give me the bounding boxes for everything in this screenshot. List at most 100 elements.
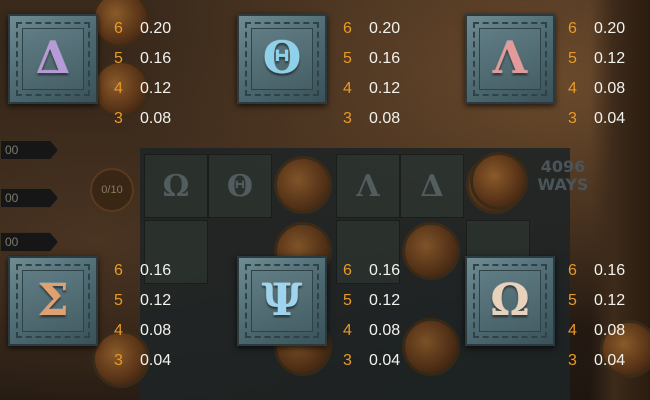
symbol-card-theta: Θ [237, 14, 327, 104]
pay-row: 5 0.12 [114, 286, 204, 316]
match-count: 3 [568, 352, 577, 369]
payout-value: 0.16 [369, 50, 401, 67]
paytable-sigma: 6 0.16 5 0.12 4 0.08 3 0.04 [114, 256, 204, 376]
match-count: 5 [343, 50, 352, 67]
side-bar-label: 00 [5, 143, 19, 157]
pay-row: 4 0.08 [114, 316, 204, 346]
reel-cell: Ω [144, 154, 208, 218]
symbol-card-lambda: Λ [465, 14, 555, 104]
payout-value: 0.08 [594, 322, 626, 339]
match-count: 6 [343, 20, 352, 37]
symbol-card-psi: Ψ [237, 256, 327, 346]
pay-row: 4 0.08 [568, 316, 650, 346]
pay-row: 3 0.04 [114, 346, 204, 376]
pay-row: 6 0.16 [343, 256, 433, 286]
reel-symbol: Δ [420, 169, 444, 204]
match-count: 3 [568, 110, 577, 127]
match-count: 6 [568, 262, 577, 279]
paytable-delta: 6 0.20 5 0.16 4 0.12 3 0.08 [114, 14, 204, 134]
payout-value: 0.12 [594, 50, 626, 67]
symbol-card-delta: Δ [8, 14, 98, 104]
match-count: 3 [114, 110, 123, 127]
pay-row: 4 0.12 [343, 74, 433, 104]
pay-row: 3 0.08 [114, 104, 204, 134]
match-count: 3 [114, 352, 123, 369]
match-count: 5 [114, 50, 123, 67]
payout-value: 0.04 [594, 352, 626, 369]
match-count: 6 [568, 20, 577, 37]
lambda-symbol-icon: Λ [492, 33, 528, 84]
paytable-lambda: 6 0.20 5 0.12 4 0.08 3 0.04 [568, 14, 650, 134]
match-count: 6 [114, 20, 123, 37]
pay-row: 5 0.12 [568, 286, 650, 316]
pay-row: 6 0.20 [114, 14, 204, 44]
match-count: 4 [568, 322, 577, 339]
payout-value: 0.20 [140, 20, 172, 37]
sigma-symbol-icon: Σ [37, 275, 69, 326]
theta-symbol-icon: Θ [262, 33, 302, 84]
payout-value: 0.16 [369, 262, 401, 279]
pay-row: 3 0.04 [568, 104, 650, 134]
payout-value: 0.08 [369, 110, 401, 127]
pay-row: 3 0.04 [343, 346, 433, 376]
side-bar-label: 00 [5, 235, 19, 249]
payout-value: 0.08 [140, 110, 172, 127]
match-count: 5 [568, 50, 577, 67]
paytable-psi: 6 0.16 5 0.12 4 0.08 3 0.04 [343, 256, 433, 376]
delta-symbol-icon: Δ [35, 33, 71, 84]
symbol-card-sigma: Σ [8, 256, 98, 346]
spartan-shield-icon [470, 152, 528, 210]
reel-symbol: Λ [356, 169, 380, 204]
payout-value: 0.12 [594, 292, 626, 309]
match-count: 3 [343, 110, 352, 127]
payout-value: 0.16 [140, 262, 172, 279]
payout-value: 0.04 [140, 352, 172, 369]
payout-value: 0.08 [140, 322, 172, 339]
payout-value: 0.08 [594, 80, 626, 97]
match-count: 4 [114, 80, 123, 97]
pay-row: 5 0.16 [343, 44, 433, 74]
symbol-card-omega: Ω [465, 256, 555, 346]
reel-symbol: Ω [162, 169, 190, 204]
pay-row: 6 0.16 [114, 256, 204, 286]
reel-cell: Δ [400, 154, 464, 218]
match-count: 5 [568, 292, 577, 309]
payout-value: 0.20 [594, 20, 626, 37]
spartan-shield-icon [274, 156, 332, 214]
payout-value: 0.04 [369, 352, 401, 369]
pay-row: 4 0.08 [343, 316, 433, 346]
match-count: 4 [343, 80, 352, 97]
pay-row: 3 0.08 [343, 104, 433, 134]
payout-value: 0.12 [140, 80, 172, 97]
reel-cell: Λ [336, 154, 400, 218]
match-count: 4 [114, 322, 123, 339]
pay-row: 6 0.20 [568, 14, 650, 44]
match-count: 4 [343, 322, 352, 339]
payout-value: 0.04 [594, 110, 626, 127]
psi-symbol-icon: Ψ [261, 275, 303, 326]
match-count: 5 [343, 292, 352, 309]
pay-row: 4 0.12 [114, 74, 204, 104]
reel-symbol: Θ [226, 169, 254, 204]
paytable-theta: 6 0.20 5 0.16 4 0.12 3 0.08 [343, 14, 433, 134]
omega-symbol-icon: Ω [490, 275, 530, 326]
paytable-omega: 6 0.16 5 0.12 4 0.08 3 0.04 [568, 256, 650, 376]
payout-value: 0.08 [369, 322, 401, 339]
pay-row: 3 0.04 [568, 346, 650, 376]
free-spins-counter: 0/10 [90, 168, 134, 212]
payout-value: 0.16 [594, 262, 626, 279]
payout-value: 0.12 [369, 80, 401, 97]
side-bar-label: 00 [5, 191, 19, 205]
match-count: 4 [568, 80, 577, 97]
payout-value: 0.12 [369, 292, 401, 309]
pay-row: 6 0.20 [343, 14, 433, 44]
ways-logo: 4096 WAYS [537, 157, 589, 194]
side-bet-bar: 00 [0, 188, 58, 208]
match-count: 6 [114, 262, 123, 279]
pay-row: 5 0.16 [114, 44, 204, 74]
pay-row: 4 0.08 [568, 74, 650, 104]
match-count: 3 [343, 352, 352, 369]
payout-value: 0.20 [369, 20, 401, 37]
pay-row: 6 0.16 [568, 256, 650, 286]
side-bet-bar: 00 [0, 140, 58, 160]
